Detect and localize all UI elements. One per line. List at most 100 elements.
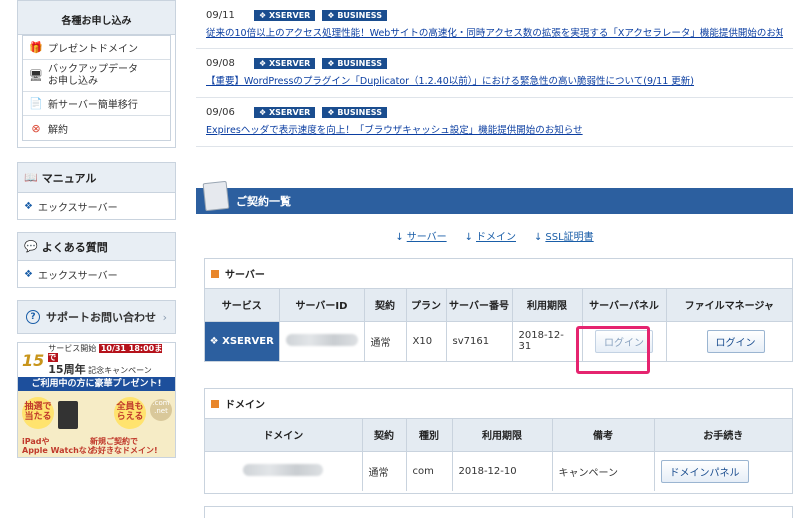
news-item: 09/08 ❖ XSERVER ❖ BUSINESS 【重要】WordPress… — [196, 49, 793, 98]
file-manager-cell: ログイン — [666, 321, 792, 361]
contracts-title: ご契約一覧 — [236, 195, 291, 208]
col-plan: プラン — [406, 289, 447, 322]
col-contract: 契約 — [364, 289, 407, 322]
anchor-ssl-link[interactable]: SSL証明書 — [545, 232, 593, 243]
col-service: サービス — [205, 289, 280, 322]
procedure-cell: ドメインパネル — [654, 451, 792, 491]
anchor-server[interactable]: ↓ サーバー — [395, 228, 446, 243]
arrow-down-icon: ↓ — [464, 232, 473, 243]
manual-item-label: エックスサーバー — [37, 202, 118, 214]
square-bullet-icon — [211, 399, 219, 408]
speech-bubble-icon: 💬 — [24, 240, 38, 253]
news-meta: 09/06 ❖ XSERVER ❖ BUSINESS — [206, 106, 783, 118]
apply-item-label: プレゼントドメイン — [48, 44, 138, 55]
clipboard-icon — [202, 180, 230, 212]
table-header-row: ドメイン 契約 種別 利用期限 備考 お手続き — [205, 419, 792, 452]
col-file-manager: ファイルマネージャ — [666, 289, 792, 322]
chevron-right-icon: › — [162, 310, 167, 324]
tag-label: BUSINESS — [337, 10, 382, 20]
banner-everyone-badge: 全員もらえる — [114, 397, 146, 429]
news-link[interactable]: Expiresヘッダで表示速度を向上！「ブラウザキャッシュ設定」機能提供開始のお… — [206, 122, 783, 136]
news-date: 09/11 — [206, 9, 235, 21]
news-date: 09/06 — [206, 106, 235, 118]
anchor-domain[interactable]: ↓ ドメイン — [465, 228, 516, 243]
tag-business: ❖ BUSINESS — [322, 57, 387, 69]
news-date: 09/08 — [206, 57, 235, 69]
tag-business: ❖ BUSINESS — [322, 9, 387, 21]
banner-bottom: 抽選で当たる 全員もらえる .com .net iPadや Apple Watc… — [18, 391, 175, 457]
campaign-banner[interactable]: 15 サービス開始 10/31 18:00まで 15周年 記念キャンペーン ご利… — [17, 342, 176, 458]
sidebar: 各種お申し込み 🎁 プレゼントドメイン 🖥 バックアップデータ お申し込み 📄 … — [17, 0, 176, 458]
banner-line3: 記念キャンペーン — [88, 366, 152, 375]
tag-label: BUSINESS — [337, 107, 382, 117]
col-domain: ドメイン — [205, 419, 363, 452]
domain-table: ドメイン 契約 種別 利用期限 備考 お手続き 通常 com 2018-12-1… — [205, 419, 792, 491]
news-link[interactable]: 【重要】WordPressのプラグイン「Duplicator（1.2.40以前）… — [206, 73, 783, 87]
ipad-icon — [58, 401, 78, 429]
expiry-cell: 2018-12-31 — [512, 321, 583, 361]
col-expiry: 利用期限 — [512, 289, 583, 322]
apply-item-migration[interactable]: 📄 新サーバー簡単移行 — [23, 92, 170, 116]
apply-list: 🎁 プレゼントドメイン 🖥 バックアップデータ お申し込み 📄 新サーバー簡単移… — [22, 35, 171, 141]
banner-line1: サービス開始 — [48, 343, 97, 353]
faq-title: よくある質問 — [41, 240, 108, 254]
news-link[interactable]: 従来の10倍以上のアクセス処理性能！Webサイトの高速化・同時アクセス数の拡張を… — [206, 25, 783, 39]
manual-item-xserver[interactable]: ❖ エックスサーバー — [18, 193, 175, 219]
col-note: 備考 — [552, 419, 655, 452]
news-meta: 09/11 ❖ XSERVER ❖ BUSINESS — [206, 9, 783, 21]
expiry-cell: 2018-12-10 — [452, 451, 553, 491]
col-type: 種別 — [406, 419, 453, 452]
contract-cell: 通常 — [364, 321, 407, 361]
manual-title: マニュアル — [41, 171, 97, 185]
document-icon: 📄 — [29, 97, 43, 110]
banner-text: サービス開始 10/31 18:00まで 15周年 記念キャンペーン — [48, 343, 171, 376]
apply-item-backup[interactable]: 🖥 バックアップデータ お申し込み — [23, 60, 170, 92]
manual-title-row: 📖 マニュアル — [18, 163, 175, 193]
server-heading: サーバー — [225, 270, 265, 281]
faq-box: 💬 よくある質問 ❖ エックスサーバー — [17, 232, 176, 288]
next-panel-edge — [204, 506, 793, 518]
apply-title: 各種お申し込み — [18, 1, 175, 35]
diamond-icon: ❖ — [24, 200, 33, 212]
server-panel: サーバー サービス サーバーID 契約 プラン サーバー番号 利用期限 サーバー… — [204, 258, 793, 362]
gift-icon: 🎁 — [29, 41, 43, 54]
blurred-server-id — [285, 333, 358, 346]
banner-net: .net — [154, 407, 168, 415]
col-server-panel: サーバーパネル — [582, 289, 667, 322]
anchor-domain-link[interactable]: ドメイン — [476, 232, 516, 243]
globe-icon: .com .net — [150, 399, 172, 421]
apply-item-label: 新サーバー簡単移行 — [48, 100, 138, 111]
anchor-ssl[interactable]: ↓ SSL証明書 — [534, 228, 594, 243]
blurred-domain — [243, 463, 324, 476]
plan-cell: X10 — [406, 321, 447, 361]
table-row: ❖ XSERVER 通常 X10 sv7161 2018-12-31 ログイン … — [205, 321, 792, 361]
news-item: 09/11 ❖ XSERVER ❖ BUSINESS 従来の10倍以上のアクセス… — [196, 0, 793, 49]
col-server-id: サーバーID — [279, 289, 365, 322]
server-icon: 🖥 — [29, 68, 43, 82]
file-manager-login-button[interactable]: ログイン — [706, 329, 765, 353]
square-bullet-icon — [211, 269, 219, 278]
apply-item-cancel[interactable]: ⊗ 解約 — [23, 116, 170, 140]
service-label: XSERVER — [222, 335, 274, 347]
tag-label: XSERVER — [268, 107, 311, 117]
tag-xserver: ❖ XSERVER — [254, 106, 316, 118]
support-title: サポートお問い合わせ — [46, 311, 156, 324]
arrow-down-icon: ↓ — [534, 232, 543, 243]
support-link[interactable]: ? サポートお問い合わせ › — [17, 300, 176, 334]
domain-panel-head: ドメイン — [205, 389, 792, 419]
col-procedure: お手続き — [654, 419, 792, 452]
banner-years: 15 — [22, 350, 45, 370]
tag-label: XSERVER — [268, 10, 311, 20]
anchor-server-link[interactable]: サーバー — [407, 232, 447, 243]
domain-cell — [205, 451, 363, 491]
apply-item-present-domain[interactable]: 🎁 プレゼントドメイン — [23, 36, 170, 60]
banner-domain-text: 新規ご契約で お好きなドメイン! — [90, 436, 158, 455]
contract-cell: 通常 — [362, 451, 407, 491]
tag-business: ❖ BUSINESS — [322, 106, 387, 118]
news-list: 09/11 ❖ XSERVER ❖ BUSINESS 従来の10倍以上のアクセス… — [196, 0, 793, 147]
domain-panel-button[interactable]: ドメインパネル — [660, 459, 749, 483]
faq-item-xserver[interactable]: ❖ エックスサーバー — [18, 261, 175, 287]
question-icon: ? — [26, 310, 40, 324]
banner-com: .com — [152, 399, 170, 407]
domain-heading: ドメイン — [225, 400, 265, 411]
